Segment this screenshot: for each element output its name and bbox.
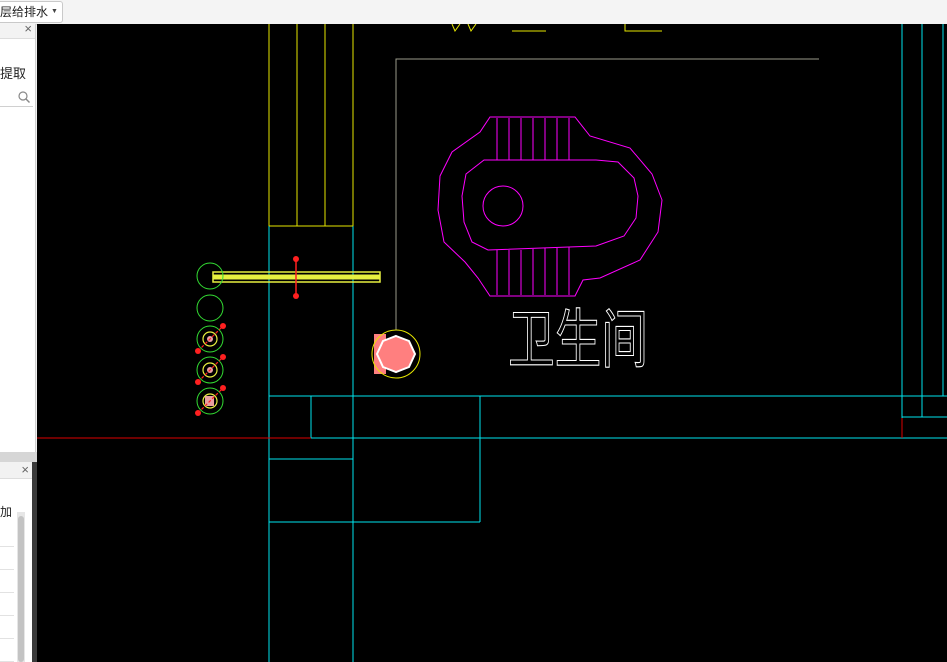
property-grid bbox=[0, 524, 14, 662]
riser-pipe bbox=[196, 294, 224, 322]
layer-dropdown[interactable]: 层给排水 ▼ bbox=[0, 1, 63, 23]
close-icon[interactable]: × bbox=[24, 21, 32, 37]
horizontal-pipe[interactable] bbox=[212, 256, 381, 299]
panel-divider bbox=[0, 452, 37, 462]
riser-pipe-group[interactable] bbox=[195, 262, 226, 416]
search-input[interactable] bbox=[0, 88, 33, 107]
floor-drain[interactable] bbox=[371, 329, 421, 379]
toilet-ribs bbox=[496, 118, 570, 295]
scrollbar-thumb[interactable] bbox=[18, 516, 24, 662]
room-label: 卫生间 bbox=[508, 304, 648, 378]
close-icon[interactable]: × bbox=[21, 462, 29, 478]
top-toolbar: 层给排水 ▼ bbox=[0, 0, 947, 25]
side-panel-top: × 提取 bbox=[0, 21, 36, 452]
panel-header: × bbox=[0, 462, 32, 479]
scrollbar[interactable] bbox=[17, 512, 25, 662]
panel-label: 加 bbox=[0, 505, 13, 519]
chevron-down-icon: ▼ bbox=[51, 8, 58, 15]
top-text-fragments bbox=[451, 24, 662, 33]
extract-button[interactable]: 提取 bbox=[0, 66, 26, 82]
riser-pipe-selected bbox=[195, 323, 226, 354]
cad-drawing[interactable]: 卫生间 bbox=[37, 24, 947, 662]
riser-pipe-selected bbox=[195, 354, 226, 385]
cad-canvas[interactable]: 卫生间 bbox=[37, 24, 947, 662]
leader-line bbox=[395, 58, 819, 330]
side-panel-bottom: × 加 bbox=[0, 462, 33, 662]
column bbox=[268, 24, 354, 227]
squat-toilet[interactable] bbox=[437, 116, 663, 297]
layer-dropdown-value: 层给排水 bbox=[0, 5, 49, 19]
riser-pipe-selected bbox=[195, 385, 226, 416]
panel-header: × bbox=[0, 21, 35, 39]
search-icon bbox=[18, 91, 30, 103]
